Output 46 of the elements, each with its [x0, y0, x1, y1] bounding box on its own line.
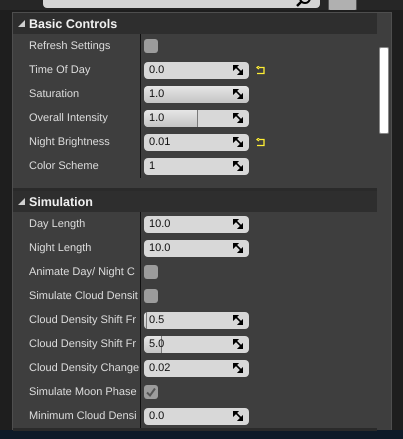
number-field[interactable]: 10.0 — [144, 240, 249, 256]
property-label: Time Of Day — [13, 58, 141, 82]
spin-arrows-icon — [233, 411, 243, 421]
section-header[interactable]: Basic Controls — [13, 13, 377, 34]
property-label: Refresh Settings — [13, 34, 141, 58]
spin-arrows-icon — [233, 113, 243, 123]
checkbox[interactable] — [144, 385, 158, 399]
property-label: Simulate Moon Phase — [13, 380, 141, 404]
number-field[interactable]: 0.0 — [144, 62, 249, 78]
spin-arrows-icon — [233, 219, 243, 229]
property-label: Overall Intensity — [13, 106, 141, 130]
checkbox[interactable] — [144, 39, 158, 53]
number-field[interactable]: 0.01 — [144, 134, 249, 150]
spin-arrows-icon — [233, 339, 243, 349]
checkbox[interactable] — [144, 289, 158, 303]
property-label: Color Scheme — [13, 154, 141, 178]
reset-arrow-icon[interactable] — [256, 66, 266, 74]
property-label: Animate Day/ Night C — [13, 260, 141, 284]
property-label: Night Length — [13, 236, 141, 260]
checkbox[interactable] — [144, 265, 158, 279]
reset-arrow-icon[interactable] — [256, 138, 266, 146]
slider-field[interactable]: 5.0 — [144, 336, 249, 352]
property-label: Minimum Cloud Densi — [13, 404, 141, 428]
number-field[interactable]: 0.02 — [144, 360, 249, 376]
property-label: Cloud Density Change — [13, 356, 141, 380]
number-field[interactable]: 10.0 — [144, 216, 249, 232]
spin-arrows-icon — [233, 243, 243, 253]
spin-arrows-icon — [233, 315, 243, 325]
property-label: Night Brightness — [13, 130, 141, 154]
number-field[interactable]: 0.0 — [144, 408, 249, 424]
property-label: Saturation — [13, 82, 141, 106]
property-label: Cloud Density Shift Fr — [13, 308, 141, 332]
property-label: Day Length — [13, 212, 141, 236]
spin-arrows-icon — [233, 363, 243, 373]
section-header[interactable]: Simulation — [13, 191, 377, 212]
slider-field[interactable]: 1.0 — [144, 110, 249, 126]
spin-arrows-icon — [233, 89, 243, 99]
number-field[interactable]: 1 — [144, 158, 249, 174]
slider-field[interactable]: 0.5 — [144, 312, 249, 328]
property-label: Cloud Density Shift Fr — [13, 332, 141, 356]
property-label: Simulate Cloud Densit — [13, 284, 141, 308]
scrollbar-thumb[interactable] — [379, 47, 389, 134]
spin-arrows-icon — [233, 161, 243, 171]
slider-field[interactable]: 1.0 — [144, 86, 249, 102]
spin-arrows-icon — [233, 137, 243, 147]
spin-arrows-icon — [233, 65, 243, 75]
